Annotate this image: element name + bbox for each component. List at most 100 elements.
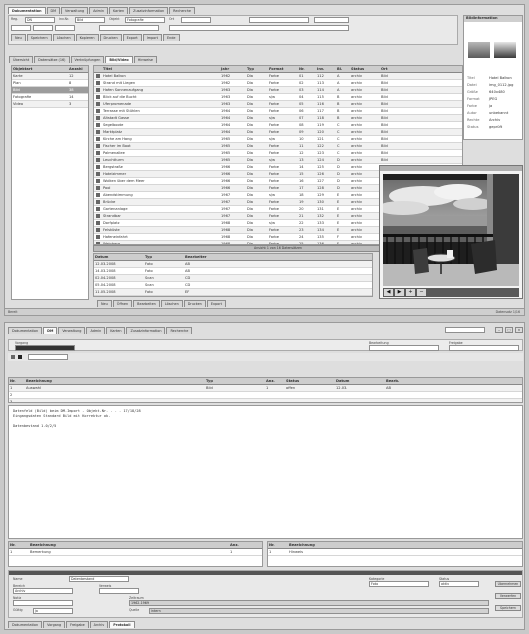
discard-button[interactable]: Verwerfen — [495, 593, 521, 599]
history-row[interactable]: 19.06.2008FotoEF — [94, 296, 372, 297]
previous-icon[interactable]: ◀ — [384, 289, 393, 296]
bottom-tab-4[interactable]: Karten — [106, 327, 126, 334]
grid-row[interactable]: Uferpromenade 1963 Dia Farbe 05 116 Barchiv Bil… — [94, 101, 462, 108]
bottom-window-control-1[interactable]: ‒ — [495, 327, 503, 333]
bottom-window-control-2[interactable]: □ — [505, 327, 513, 333]
sub-tab-3[interactable]: Bild/Video — [105, 56, 133, 63]
history-header-cell[interactable]: Datum — [94, 255, 144, 259]
grid-header-cell[interactable]: Titel — [102, 67, 220, 71]
bottom-action-button-3[interactable]: Löschen — [160, 300, 183, 307]
header-field-2[interactable] — [369, 345, 439, 351]
status-tab-1[interactable]: Vorgang — [43, 621, 66, 628]
bottom-search-field[interactable] — [445, 327, 485, 333]
bottom-action-button-0[interactable]: Neu — [97, 300, 112, 307]
nav-back-icon[interactable] — [11, 355, 15, 359]
bottom-tab-0[interactable]: Dokumentation — [8, 327, 43, 334]
query-date-from[interactable] — [249, 17, 309, 23]
top-tab-4[interactable]: Karten — [108, 7, 129, 14]
history-row[interactable]: 14.03.2008 Foto AB — [94, 268, 372, 275]
history-row[interactable]: 05.04.2008 Scan CD — [94, 282, 372, 289]
bottom-action-button-5[interactable]: Export — [206, 300, 226, 307]
grid-row[interactable]: Palmenallee 1965 Dia Farbe 12 123 Carchiv Bild — [94, 150, 462, 157]
header-dark-field[interactable] — [15, 345, 75, 351]
task-row[interactable]: 1 Auswahl Bild 1 offen 12.03. AB — [9, 385, 522, 392]
toolbar-button-7[interactable]: Ende — [162, 34, 180, 41]
zoom-in-icon[interactable]: + — [406, 289, 415, 296]
grid-row[interactable]: Blick auf die Bucht 1963 Dia s/w 04 115 Barchi… — [94, 94, 462, 101]
query-field-1[interactable]: DN — [25, 17, 55, 23]
bottom-window-control-3[interactable]: × — [515, 327, 523, 333]
form-field-source[interactable]: intern — [149, 608, 489, 614]
query-field-3[interactable]: Fotografie — [125, 17, 165, 23]
form-field-period[interactable]: 1962-1969 — [129, 600, 489, 606]
status-tab-0[interactable]: Dokumentation — [8, 621, 43, 628]
task-header-cell[interactable]: Anz. — [265, 379, 285, 383]
header-field-3[interactable] — [449, 345, 519, 351]
query-wide-field[interactable] — [99, 25, 159, 31]
query-small-field-1[interactable] — [11, 25, 31, 31]
toolbar-button-2[interactable]: Löschen — [52, 34, 75, 41]
save-button[interactable]: Speichern — [495, 605, 521, 611]
nav-forward-icon[interactable] — [18, 355, 22, 359]
task-row[interactable]: 2 — [9, 392, 522, 399]
task-header-cell[interactable]: Typ — [205, 379, 265, 383]
sub-tab-4[interactable]: Hinweise — [133, 56, 157, 63]
grid-row[interactable]: Strand mit Liegen 1962 Dia Farbe 02 113 Aarchi… — [94, 80, 462, 87]
grid-header-cell[interactable]: Inv. — [316, 67, 336, 71]
grid-row[interactable]: Leuchtturm 1965 Dia s/w 13 124 Darchiv Bild — [94, 157, 462, 164]
query-small-field-3[interactable] — [55, 25, 75, 31]
zoom-out-icon[interactable]: − — [417, 289, 426, 296]
footer-left-row[interactable]: 1 Bemerkung 1 — [9, 549, 262, 556]
query-field-2[interactable]: Bild — [75, 17, 105, 23]
status-tab-3[interactable]: Archiv — [89, 621, 109, 628]
category-row[interactable]: Fotografie 14 — [12, 94, 88, 101]
top-tab-3[interactable]: Admin — [89, 7, 108, 14]
task-header-cell[interactable]: Nr. — [9, 379, 25, 383]
history-header-cell[interactable]: Bearbeiter — [184, 255, 234, 259]
balcony-photo[interactable] — [383, 174, 519, 286]
grid-header-cell[interactable]: Nr. — [298, 67, 316, 71]
status-tab-2[interactable]: Freigabe — [66, 621, 89, 628]
task-row[interactable]: 3 — [9, 399, 522, 402]
grid-row[interactable]: Kirche am Hang 1965 Dia s/w 10 121 Carchiv Bild — [94, 136, 462, 143]
apply-button[interactable]: Übernehmen — [495, 581, 521, 587]
bottom-action-button-4[interactable]: Drucken — [183, 300, 206, 307]
task-header-cell[interactable]: Status — [285, 379, 335, 383]
toolbar-button-0[interactable]: Neu — [11, 34, 26, 41]
bottom-tab-6[interactable]: Recherche — [166, 327, 193, 334]
toolbar-button-1[interactable]: Speichern — [26, 34, 52, 41]
toolbar-button-5[interactable]: Export — [122, 34, 142, 41]
grid-row[interactable]: Altstadt Gasse 1964 Dia s/w 07 118 Barchiv Bild — [94, 115, 462, 122]
status-tab-4[interactable]: Protokoll — [109, 621, 135, 628]
grid-header-cell[interactable]: Status — [350, 67, 380, 71]
query-date-to[interactable] — [314, 17, 349, 23]
next-icon[interactable]: ▶ — [395, 289, 404, 296]
form-field-area[interactable]: Archiv — [13, 588, 73, 594]
grid-row[interactable]: Marktplatz 1964 Dia Farbe 09 120 Carchiv Bild — [94, 129, 462, 136]
query-description-field[interactable] — [169, 25, 349, 31]
category-row[interactable]: Plan 8 — [12, 80, 88, 87]
bottom-tab-5[interactable]: Zusatzinformation — [126, 327, 166, 334]
task-header-cell[interactable]: Bezeichnung — [25, 379, 205, 383]
form-field-valid[interactable]: ja — [33, 608, 73, 614]
top-tab-1[interactable]: DM — [46, 7, 61, 14]
category-row[interactable]: Bild 38 — [12, 87, 88, 94]
form-field-name[interactable]: Datenbestand — [69, 576, 129, 582]
sub-tab-0[interactable]: Übersicht — [9, 56, 34, 63]
top-tab-6[interactable]: Recherche — [169, 7, 195, 14]
grid-header-cell[interactable]: Typ — [246, 67, 268, 71]
sub-tab-2[interactable]: Verknüpfungen — [70, 56, 105, 63]
form-field-ref[interactable] — [99, 588, 139, 594]
bottom-action-button-2[interactable]: Bearbeiten — [133, 300, 160, 307]
grid-header-cell[interactable]: Bl. — [336, 67, 350, 71]
category-row[interactable]: Video 3 — [12, 101, 88, 108]
task-header-cell[interactable]: Datum — [335, 379, 385, 383]
form-field-category[interactable]: Foto — [369, 581, 429, 587]
category-row[interactable]: Karte 12 — [12, 73, 88, 80]
thumbnail-1[interactable] — [468, 42, 490, 58]
toolbar-button-3[interactable]: Kopieren — [75, 34, 99, 41]
bottom-tab-1[interactable]: DM — [43, 327, 58, 334]
grid-header-cell[interactable]: Ort — [380, 67, 410, 71]
task-header-cell[interactable]: Bearb. — [385, 379, 425, 383]
bottom-tab-2[interactable]: Verwaltung — [58, 327, 86, 334]
